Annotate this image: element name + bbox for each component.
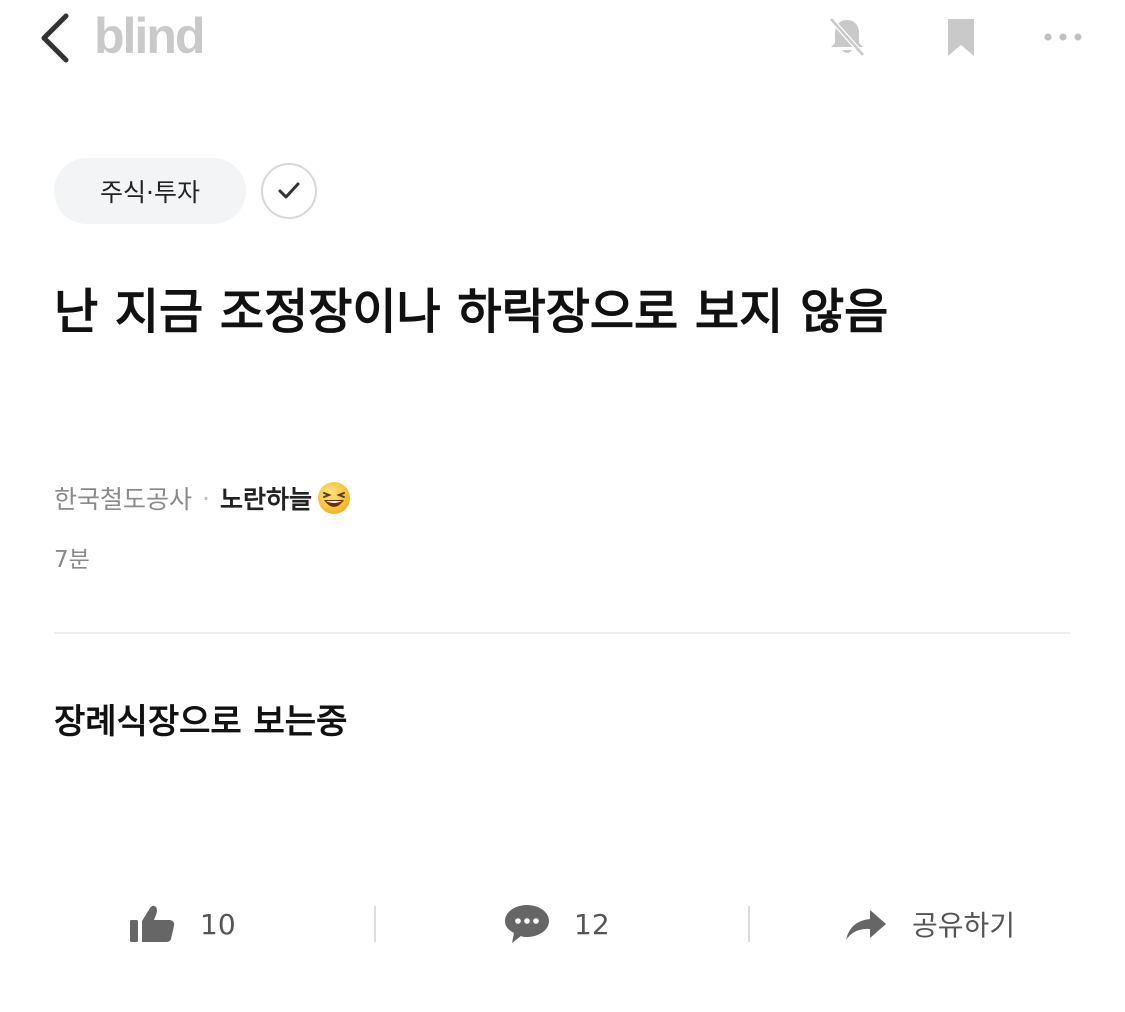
top-bar: blind (0, 0, 1125, 80)
app-logo: blind (94, 8, 205, 64)
post-content: 장례식장으로 보는중 (54, 702, 348, 742)
action-separator (374, 906, 376, 942)
comment-bubble-icon (505, 905, 549, 943)
notification-off-button[interactable] (824, 14, 870, 60)
author-name[interactable]: 노란하늘 (220, 480, 312, 516)
like-button[interactable]: 10 (128, 892, 236, 956)
comment-count: 12 (574, 907, 610, 941)
share-button[interactable]: 공유하기 (842, 892, 1015, 956)
more-button[interactable] (1040, 14, 1086, 60)
divider (54, 632, 1070, 634)
back-button[interactable] (36, 10, 76, 66)
notification-off-icon (829, 17, 865, 57)
share-arrow-icon (846, 910, 886, 940)
action-separator (748, 906, 750, 942)
company-name[interactable]: 한국철도공사 (54, 480, 192, 516)
comment-button[interactable]: 12 (502, 892, 610, 956)
verify-button[interactable] (261, 163, 317, 219)
like-count: 10 (200, 907, 236, 941)
chevron-left-icon (41, 13, 69, 63)
post-time: 7분 (54, 547, 90, 573)
category-chip[interactable]: 주식·투자 (54, 158, 246, 224)
laughing-emoji-icon (317, 482, 350, 514)
meta-separator: · (202, 483, 210, 513)
bookmark-button[interactable] (938, 14, 984, 60)
more-icon (1044, 33, 1082, 41)
bookmark-icon (948, 19, 974, 56)
share-label: 공유하기 (912, 909, 1016, 942)
thumbs-up-icon (130, 905, 175, 942)
post-title: 난 지금 조정장이나 하락장으로 보지 않음 (54, 284, 889, 340)
post-meta: 한국철도공사 · 노란하늘 (54, 478, 352, 518)
check-icon (278, 182, 300, 199)
